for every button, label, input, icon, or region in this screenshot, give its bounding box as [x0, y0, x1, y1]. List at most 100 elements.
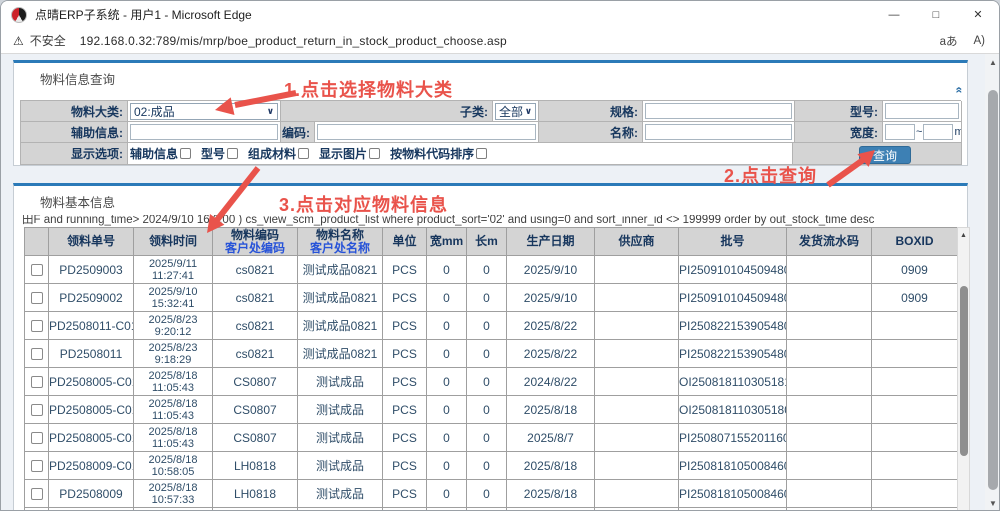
table-row[interactable]: PD2508005-C012025/8/1811:05:43CS0807测试成品…: [25, 396, 958, 424]
display-option-checkbox[interactable]: [369, 148, 380, 159]
row-checkbox[interactable]: [31, 320, 43, 332]
table-row[interactable]: PD2508011-C012025/8/239:20:12cs0821测试成品0…: [25, 312, 958, 340]
table-cell: 0: [467, 396, 507, 424]
table-cell: [872, 508, 958, 511]
table-cell: PI250822153905480: [679, 340, 787, 368]
table-cell: CS0807: [213, 424, 298, 452]
column-header: 物料编码客户处编码: [213, 228, 298, 256]
display-option-checkbox[interactable]: [298, 148, 309, 159]
chevron-down-icon: ∨: [525, 106, 532, 117]
cell-pick-time: 2025/9/1111:27:41: [134, 256, 213, 284]
spec-input[interactable]: [645, 103, 792, 119]
table-cell: [872, 312, 958, 340]
column-header: 发货流水码: [787, 228, 872, 256]
scroll-up-icon[interactable]: ▲: [958, 229, 969, 242]
table-cell: [787, 480, 872, 508]
results-panel: 物料基本信息 田F and running_time> 2024/9/10 16…: [13, 183, 968, 511]
row-checkbox[interactable]: [31, 348, 43, 360]
table-cell: 测试成品: [298, 508, 383, 511]
close-button[interactable]: ✕: [957, 1, 999, 28]
width-min-input[interactable]: [885, 124, 915, 140]
table-cell: PCS: [383, 284, 427, 312]
table-cell: PI250910104509480: [679, 284, 787, 312]
model-input[interactable]: [885, 103, 959, 119]
table-row[interactable]: PD2508005-C012025/8/1811:05:43CS0807测试成品…: [25, 424, 958, 452]
table-cell: 2025/8/7: [507, 424, 595, 452]
table-cell: 2025/8/22: [507, 312, 595, 340]
display-option: 按物料代码排序: [390, 145, 487, 162]
security-warning-icon[interactable]: ⚠: [13, 34, 24, 48]
table-cell: 0909: [872, 256, 958, 284]
read-aloud-icon[interactable]: A): [974, 35, 986, 47]
row-checkbox[interactable]: [31, 432, 43, 444]
table-cell: PD2508011-C01: [49, 312, 134, 340]
table-cell: PD2509003: [49, 256, 134, 284]
address-bar[interactable]: ⚠ 不安全 192.168.0.32:789/mis/mrp/boe_produ…: [1, 28, 999, 54]
table-cell: CS0807: [213, 508, 298, 511]
row-checkbox[interactable]: [31, 404, 43, 416]
scroll-down-icon[interactable]: ▼: [985, 499, 999, 508]
table-cell: PCS: [383, 508, 427, 511]
cell-pick-time: 2025/9/1015:32:41: [134, 284, 213, 312]
display-option: 辅助信息: [130, 145, 191, 162]
display-option-checkbox[interactable]: [227, 148, 238, 159]
row-checkbox[interactable]: [31, 488, 43, 500]
column-header: 领料时间: [134, 228, 213, 256]
table-cell: PD2508005: [49, 508, 134, 511]
table-row[interactable]: PD25090032025/9/1111:27:41cs0821测试成品0821…: [25, 256, 958, 284]
row-checkbox[interactable]: [31, 264, 43, 276]
row-checkbox[interactable]: [31, 292, 43, 304]
cell-pick-time: 2025/8/239:20:12: [134, 312, 213, 340]
table-row[interactable]: PD2508005-C012025/8/1811:05:43CS0807测试成品…: [25, 368, 958, 396]
table-cell: 2025/9/10: [507, 284, 595, 312]
column-header: 批号: [679, 228, 787, 256]
width-label: 宽度:: [795, 122, 883, 143]
row-checkbox[interactable]: [31, 376, 43, 388]
table-cell: 0909: [872, 284, 958, 312]
results-panel-title: 物料基本信息: [40, 192, 115, 211]
url-text[interactable]: 192.168.0.32:789/mis/mrp/boe_product_ret…: [80, 34, 940, 48]
category-label: 物料大类:: [21, 101, 128, 122]
row-checkbox[interactable]: [31, 460, 43, 472]
table-row[interactable]: PD2508009-C012025/8/1810:58:05LH0818测试成品…: [25, 452, 958, 480]
table-row[interactable]: PD25080112025/8/239:18:29cs0821测试成品0821P…: [25, 340, 958, 368]
query-panel-title: 物料信息查询: [40, 69, 115, 88]
minimize-button[interactable]: —: [873, 1, 915, 28]
table-scrollbar-thumb[interactable]: [960, 286, 968, 456]
table-cell: 0: [467, 312, 507, 340]
cell-pick-time: 2025/8/1810:58:05: [134, 452, 213, 480]
table-cell: cs0821: [213, 312, 298, 340]
table-cell: [787, 424, 872, 452]
table-row[interactable]: PD25090022025/9/1015:32:41cs0821测试成品0821…: [25, 284, 958, 312]
table-cell: PI250807155201160: [679, 508, 787, 511]
table-cell: 0: [467, 284, 507, 312]
search-button[interactable]: 查询: [859, 146, 911, 164]
scroll-up-icon[interactable]: ▲: [985, 58, 999, 67]
table-row[interactable]: PD25080052025/8/7CS0807测试成品PCS002025/8/7…: [25, 508, 958, 511]
width-max-input[interactable]: [923, 124, 953, 140]
aux-info-input[interactable]: [130, 124, 278, 140]
table-cell: 测试成品: [298, 424, 383, 452]
security-label[interactable]: 不安全: [30, 32, 66, 49]
name-input[interactable]: [645, 124, 792, 140]
table-row[interactable]: PD25080092025/8/1810:57:33LH0818测试成品PCS0…: [25, 480, 958, 508]
subcategory-select[interactable]: 全部 ∨: [495, 103, 536, 120]
collapse-panel-icon[interactable]: «: [953, 87, 967, 94]
table-cell: PD2508011: [49, 340, 134, 368]
table-cell: [595, 284, 679, 312]
table-cell: 测试成品0821: [298, 340, 383, 368]
translate-icon[interactable]: aあ: [940, 33, 958, 49]
category-select[interactable]: 02:成品 ∨: [130, 103, 278, 120]
table-cell: PCS: [383, 424, 427, 452]
table-cell: [595, 256, 679, 284]
maximize-button[interactable]: □: [915, 1, 957, 28]
display-option-checkbox[interactable]: [180, 148, 191, 159]
table-scrollbar[interactable]: ▲: [957, 227, 970, 511]
code-input[interactable]: [317, 124, 536, 140]
table-cell: [787, 452, 872, 480]
table-cell: [595, 396, 679, 424]
browser-scrollbar-thumb[interactable]: [988, 90, 998, 490]
browser-scrollbar[interactable]: ▲ ▼: [985, 54, 999, 511]
table-cell: 测试成品0821: [298, 312, 383, 340]
display-option-checkbox[interactable]: [476, 148, 487, 159]
